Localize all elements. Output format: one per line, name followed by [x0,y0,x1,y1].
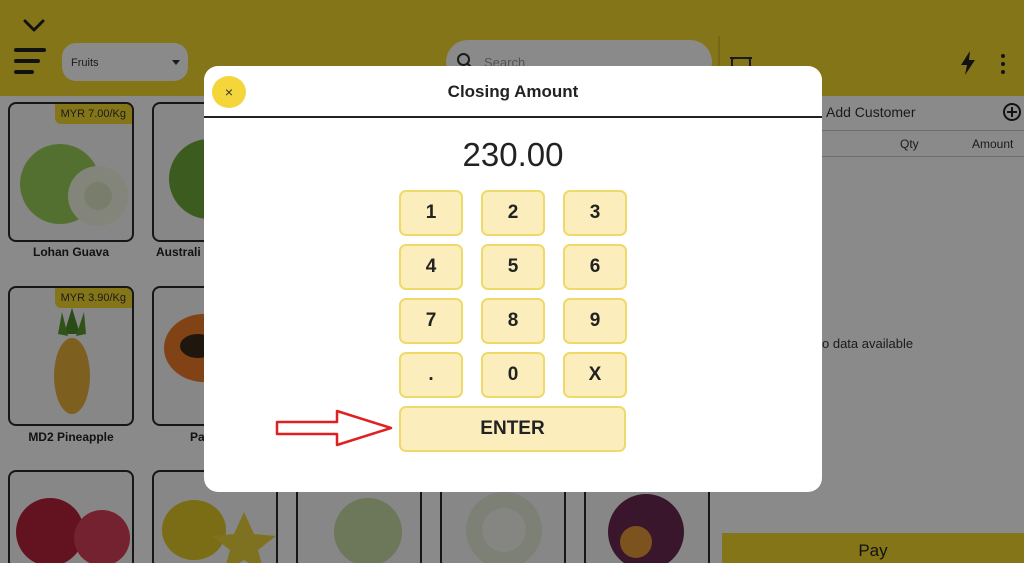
dialog-title: Closing Amount [447,82,579,101]
keypad-key-2[interactable]: 2 [481,190,545,236]
keypad-key-8[interactable]: 8 [481,298,545,344]
keypad-key-6[interactable]: 6 [563,244,627,290]
keypad-key-0[interactable]: 0 [481,352,545,398]
keypad-key-9[interactable]: 9 [563,298,627,344]
amount-display: 230.00 [462,136,564,173]
keypad-key-clear[interactable]: X [563,352,627,398]
keypad-key-7[interactable]: 7 [399,298,463,344]
arrow-right-icon [275,409,393,447]
keypad-key-4[interactable]: 4 [399,244,463,290]
keypad-key-3[interactable]: 3 [563,190,627,236]
enter-button[interactable]: ENTER [399,406,626,452]
keypad-key-decimal[interactable]: . [399,352,463,398]
title-divider [204,116,822,118]
keypad-key-5[interactable]: 5 [481,244,545,290]
keypad-key-1[interactable]: 1 [399,190,463,236]
